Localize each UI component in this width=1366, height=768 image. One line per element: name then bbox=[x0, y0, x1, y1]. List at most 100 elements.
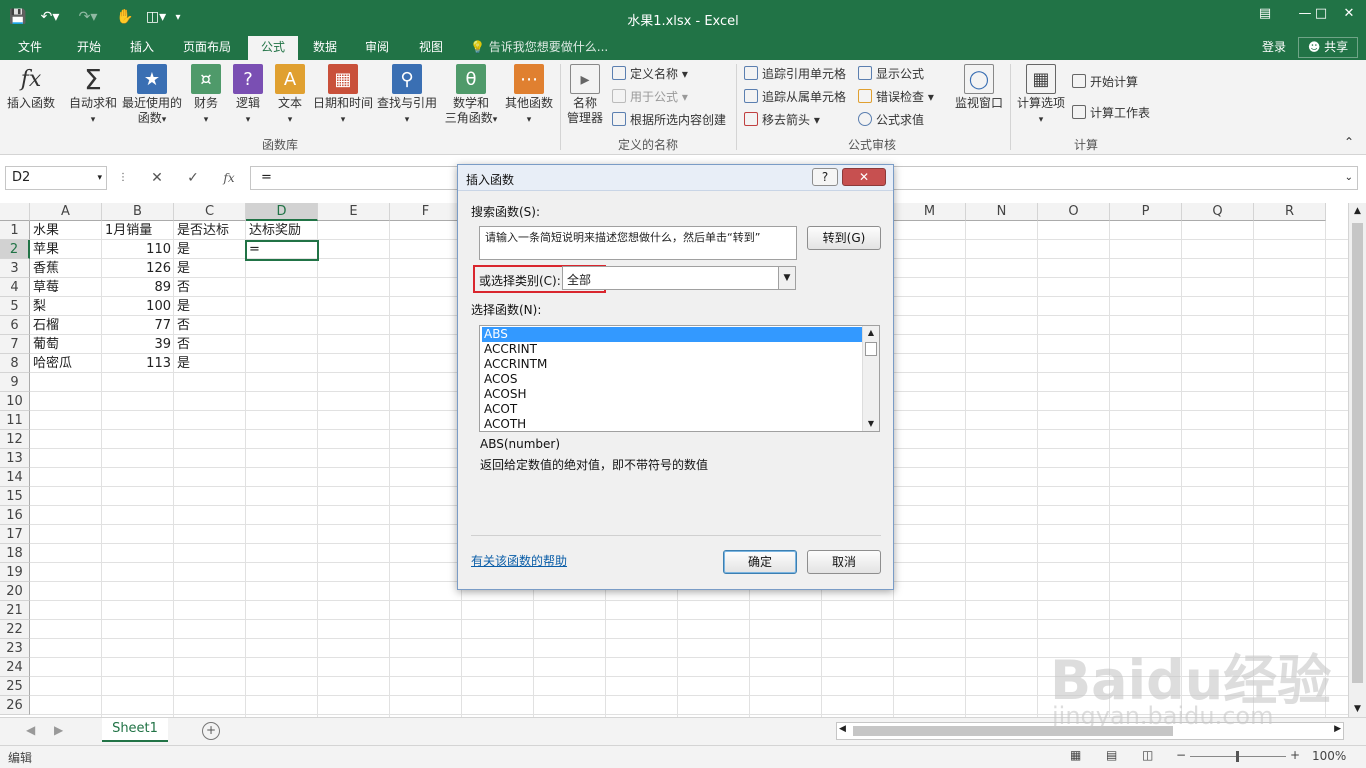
calculate-sheet-button[interactable]: 计算工作表 bbox=[1072, 103, 1150, 123]
column-header-a[interactable]: A bbox=[30, 203, 102, 221]
enter-formula-icon[interactable]: ✓ bbox=[180, 166, 206, 190]
row-header-7[interactable]: 7 bbox=[0, 335, 30, 354]
normal-view-icon[interactable]: ▦ bbox=[1070, 748, 1081, 762]
row-header-19[interactable]: 19 bbox=[0, 563, 30, 582]
column-header-r[interactable]: R bbox=[1254, 203, 1326, 221]
row-header-4[interactable]: 4 bbox=[0, 278, 30, 297]
row-header-18[interactable]: 18 bbox=[0, 544, 30, 563]
collapse-ribbon-icon[interactable]: ⌃ bbox=[1344, 132, 1354, 152]
share-button[interactable]: ☻ 共享 bbox=[1298, 37, 1358, 58]
name-box[interactable]: D2 ▾ bbox=[5, 166, 107, 190]
cell-b5[interactable]: 100 bbox=[102, 297, 174, 316]
cell-b8[interactable]: 113 bbox=[102, 354, 174, 373]
sheet-tab-sheet1[interactable]: Sheet1 bbox=[102, 718, 168, 742]
tab-page-layout[interactable]: 页面布局 bbox=[176, 36, 238, 60]
zoom-in-icon[interactable]: + bbox=[1290, 748, 1300, 762]
dialog-close-icon[interactable]: ✕ bbox=[842, 168, 886, 186]
row-header-9[interactable]: 9 bbox=[0, 373, 30, 392]
column-header-m[interactable]: M bbox=[894, 203, 966, 221]
row-header-2[interactable]: 2 bbox=[0, 240, 30, 259]
row-header-12[interactable]: 12 bbox=[0, 430, 30, 449]
tab-formulas[interactable]: 公式 bbox=[248, 36, 298, 60]
watch-window-button[interactable]: ◯ 监视窗口 bbox=[952, 64, 1006, 111]
function-list-item[interactable]: ACCRINTM bbox=[482, 357, 862, 372]
row-header-17[interactable]: 17 bbox=[0, 525, 30, 544]
cell-c1[interactable]: 是否达标 bbox=[174, 221, 246, 240]
cell-c5[interactable]: 是 bbox=[174, 297, 246, 316]
zoom-level[interactable]: 100% bbox=[1312, 749, 1346, 763]
row-header-25[interactable]: 25 bbox=[0, 677, 30, 696]
scroll-down-icon[interactable]: ▼ bbox=[863, 417, 879, 431]
insert-function-button[interactable]: fx 插入函数 bbox=[4, 64, 58, 111]
ok-button[interactable]: 确定 bbox=[723, 550, 797, 574]
calculation-options-button[interactable]: ▦ 计算选项 ▾ bbox=[1014, 64, 1068, 128]
vertical-scrollbar[interactable]: ▲ ▼ bbox=[1348, 203, 1366, 717]
row-header-11[interactable]: 11 bbox=[0, 411, 30, 430]
login-link[interactable]: 登录 bbox=[1256, 36, 1292, 60]
close-icon[interactable]: ✕ bbox=[1334, 6, 1364, 28]
cell-a2[interactable]: 苹果 bbox=[30, 240, 102, 259]
use-in-formula-button[interactable]: 用于公式 ▾ bbox=[612, 87, 688, 107]
calculate-now-button[interactable]: 开始计算 bbox=[1072, 72, 1138, 92]
scroll-thumb[interactable] bbox=[1352, 223, 1363, 683]
insert-function-icon[interactable]: fx bbox=[216, 166, 242, 190]
cell-b4[interactable]: 89 bbox=[102, 278, 174, 297]
column-header-q[interactable]: Q bbox=[1182, 203, 1254, 221]
function-list[interactable]: ABS ACCRINT ACCRINTM ACOS ACOSH ACOT ACOTH ▲ ▼ bbox=[479, 325, 880, 432]
page-layout-view-icon[interactable]: ▤ bbox=[1106, 748, 1117, 762]
text-button[interactable]: A 文本 ▾ bbox=[270, 64, 310, 128]
cell-a4[interactable]: 草莓 bbox=[30, 278, 102, 297]
column-header-e[interactable]: E bbox=[318, 203, 390, 221]
row-header-6[interactable]: 6 bbox=[0, 316, 30, 335]
cell-b1[interactable]: 1月销量 bbox=[102, 221, 174, 240]
row-header-3[interactable]: 3 bbox=[0, 259, 30, 278]
tab-data[interactable]: 数据 bbox=[304, 36, 346, 60]
row-header-20[interactable]: 20 bbox=[0, 582, 30, 601]
cell-c7[interactable]: 否 bbox=[174, 335, 246, 354]
chevron-down-icon[interactable]: ▼ bbox=[778, 267, 795, 289]
define-name-button[interactable]: 定义名称 ▾ bbox=[612, 64, 688, 84]
row-header-8[interactable]: 8 bbox=[0, 354, 30, 373]
tell-me-search[interactable]: 💡 告诉我您想要做什么... bbox=[470, 36, 620, 60]
help-link[interactable]: 有关该函数的帮助 bbox=[471, 552, 567, 569]
row-header-24[interactable]: 24 bbox=[0, 658, 30, 677]
cell-c3[interactable]: 是 bbox=[174, 259, 246, 278]
scroll-left-icon[interactable]: ◀ bbox=[839, 724, 846, 734]
next-sheet-icon[interactable]: ▶ bbox=[54, 723, 63, 737]
create-from-selection-button[interactable]: 根据所选内容创建 bbox=[612, 110, 726, 130]
show-formulas-button[interactable]: 显示公式 bbox=[858, 64, 924, 84]
column-header-c[interactable]: C bbox=[174, 203, 246, 221]
datetime-button[interactable]: ▦ 日期和时间 ▾ bbox=[312, 64, 374, 128]
cell-c4[interactable]: 否 bbox=[174, 278, 246, 297]
cell-a6[interactable]: 石榴 bbox=[30, 316, 102, 335]
prev-sheet-icon[interactable]: ◀ bbox=[26, 723, 35, 737]
scroll-up-icon[interactable]: ▲ bbox=[863, 326, 879, 340]
chevron-down-icon[interactable]: ▾ bbox=[97, 167, 102, 189]
more-functions-button[interactable]: ⋯ 其他函数 ▾ bbox=[502, 64, 556, 128]
tab-file[interactable]: 文件 bbox=[6, 36, 54, 60]
function-list-item[interactable]: ACCRINT bbox=[482, 342, 862, 357]
maximize-icon[interactable]: □ bbox=[1306, 6, 1336, 28]
function-list-item[interactable]: ACOS bbox=[482, 372, 862, 387]
column-header-o[interactable]: O bbox=[1038, 203, 1110, 221]
recently-used-button[interactable]: ★ 最近使用的 函数▾ bbox=[122, 64, 182, 128]
cell-c8[interactable]: 是 bbox=[174, 354, 246, 373]
tab-home[interactable]: 开始 bbox=[66, 36, 112, 60]
trace-precedents-button[interactable]: 追踪引用单元格 bbox=[744, 64, 846, 84]
logical-button[interactable]: ? 逻辑 ▾ bbox=[228, 64, 268, 128]
select-all-corner[interactable] bbox=[0, 203, 30, 221]
category-select[interactable]: 全部 ▼ bbox=[562, 266, 796, 290]
trace-dependents-button[interactable]: 追踪从属单元格 bbox=[744, 87, 846, 107]
list-scroll-thumb[interactable] bbox=[865, 342, 877, 356]
search-input[interactable]: 请输入一条简短说明来描述您想做什么，然后单击“转到” bbox=[479, 226, 797, 260]
tab-insert[interactable]: 插入 bbox=[120, 36, 164, 60]
add-sheet-icon[interactable]: + bbox=[202, 722, 220, 740]
list-scrollbar[interactable]: ▲ ▼ bbox=[862, 326, 879, 431]
row-header-5[interactable]: 5 bbox=[0, 297, 30, 316]
error-checking-button[interactable]: 错误检查 ▾ bbox=[858, 87, 934, 107]
cell-b3[interactable]: 126 bbox=[102, 259, 174, 278]
cell-c2[interactable]: 是 bbox=[174, 240, 246, 259]
function-list-item[interactable]: ACOSH bbox=[482, 387, 862, 402]
column-header-b[interactable]: B bbox=[102, 203, 174, 221]
column-header-d[interactable]: D bbox=[246, 203, 318, 221]
